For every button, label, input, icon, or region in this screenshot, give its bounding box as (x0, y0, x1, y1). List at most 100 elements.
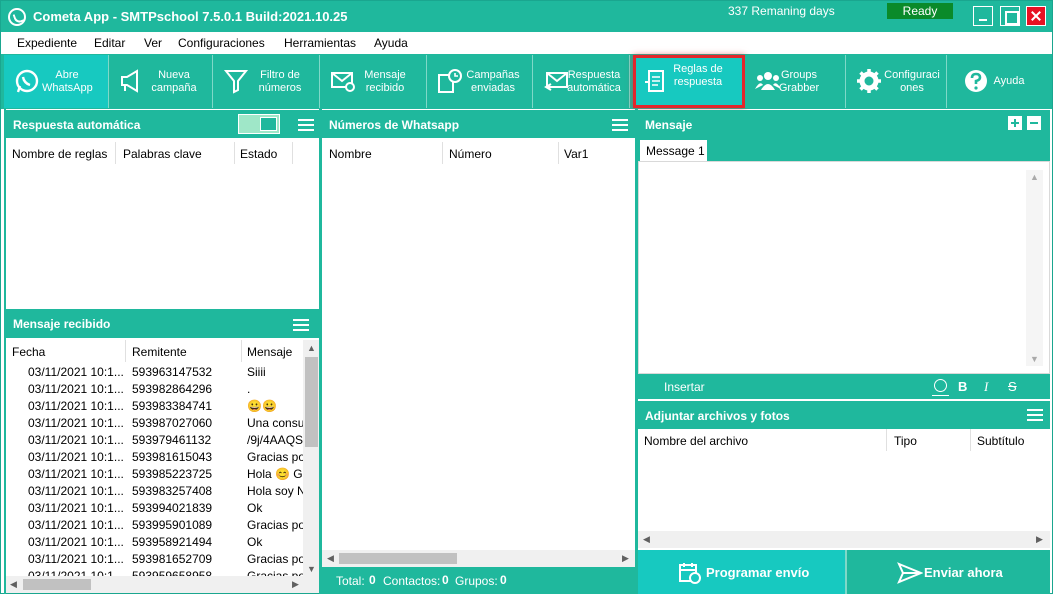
total-count: 0 (369, 573, 376, 587)
megaphone-icon (121, 69, 138, 93)
row-date: 03/11/2021 10:1... (28, 432, 124, 447)
close-button[interactable] (1026, 6, 1046, 26)
row-message: Gracias por (247, 517, 303, 532)
menu-ver[interactable]: Ver (144, 36, 162, 50)
numbers-list[interactable] (322, 164, 635, 550)
menu-expediente[interactable]: Expediente (17, 36, 77, 50)
received-header: Mensaje recibido (6, 309, 319, 338)
message-textarea[interactable]: ▲ ▼ (638, 161, 1050, 374)
attachments-scrollbar-h[interactable]: ◀ ▶ (638, 531, 1050, 548)
row-message: Hola soy Ne (247, 483, 303, 498)
contacts-count: 0 (442, 573, 449, 587)
row-message: Ok (247, 500, 263, 515)
calendar-clock-icon (679, 563, 701, 584)
clock-list-icon (438, 69, 462, 93)
row-sender: 593995901089 (132, 517, 213, 532)
toolbar-filtro-numeros-button[interactable]: Filtro de números (213, 55, 320, 108)
remove-message-icon[interactable] (1027, 116, 1041, 130)
received-list[interactable]: 03/11/2021 10:1... 593963147532 Siiii 03/11… (6, 363, 303, 577)
table-row[interactable]: 03/11/2021 10:1... 593982864296. (6, 380, 303, 397)
message-header: Mensaje (638, 110, 1050, 138)
minimize-button[interactable] (973, 6, 993, 26)
auto-reply-menu-icon[interactable] (298, 119, 314, 131)
toolbar-campanas-enviadas-button[interactable]: Campañas enviadas (427, 55, 533, 108)
auto-reply-toggle[interactable] (238, 114, 280, 134)
row-message: /9j/4AAQSk (247, 432, 303, 447)
auto-reply-header: Respuesta automática (6, 110, 319, 138)
row-message: Gracias por (247, 551, 303, 566)
row-sender: 593963147532 (132, 364, 213, 379)
menu-bar: Expediente Editar Ver Configuraciones He… (1, 32, 1052, 54)
row-message: Una consult (247, 415, 303, 430)
send-now-button[interactable]: Enviar ahora (847, 550, 1050, 594)
tab-message-1[interactable]: Message 1 (640, 140, 707, 161)
table-row[interactable]: 03/11/2021 10:1... 593995901089 Gracias po… (6, 516, 303, 533)
add-message-icon[interactable] (1008, 116, 1022, 130)
window-title: Cometa App - SMTPschool 7.5.0.1 Build:20… (33, 9, 348, 24)
envelope-icon (331, 72, 355, 92)
toolbar-respuesta-automatica-button[interactable]: Respuesta automática (533, 55, 630, 108)
menu-herramientas[interactable]: Herramientas (284, 36, 356, 50)
table-row[interactable]: 03/11/2021 10:1... 593985223725 Hola 😊 Gra (6, 465, 303, 482)
table-row[interactable]: 03/11/2021 10:1... 593994021839 Ok (6, 499, 303, 516)
toolbar-mensaje-recibido-button[interactable]: Mensaje recibido (320, 55, 427, 108)
row-date: 03/11/2021 10:1... (28, 568, 124, 577)
toolbar-reglas-respuesta-button[interactable]: Reglas de respuesta (633, 55, 745, 108)
attachments-menu-icon[interactable] (1027, 409, 1043, 421)
row-sender: 593983257408 (132, 483, 213, 498)
toolbar-abre-whatsapp-button[interactable]: Abre WhatsApp (4, 55, 109, 108)
row-sender: 593983384741 (132, 398, 213, 413)
message-tab-strip: Message 1 (638, 138, 1050, 161)
toolbar-nueva-campana-button[interactable]: Nueva campaña (109, 55, 213, 108)
table-row[interactable]: 03/11/2021 10:1... 593981652709 Gracias po… (6, 550, 303, 567)
row-date: 03/11/2021 10:1... (28, 364, 124, 379)
numbers-menu-icon[interactable] (612, 119, 628, 131)
send-icon (897, 562, 923, 584)
schedule-send-button[interactable]: Programar envío (638, 550, 845, 594)
attachments-list[interactable] (638, 451, 1050, 531)
table-row[interactable]: 03/11/2021 10:1... 593963147532 Siiii (6, 363, 303, 380)
menu-editar[interactable]: Editar (94, 36, 125, 50)
row-message: Ok (247, 534, 263, 549)
toolbar-configuraciones-button[interactable]: Configuraci ones (846, 55, 947, 108)
row-sender: 593981615043 (132, 449, 213, 464)
whatsapp-logo-icon (8, 8, 26, 26)
numbers-scrollbar-h[interactable]: ◀ ▶ (322, 550, 635, 567)
row-date: 03/11/2021 10:1... (28, 415, 124, 430)
row-sender: 593982864296 (132, 381, 213, 396)
bold-button[interactable]: B (958, 379, 967, 394)
row-date: 03/11/2021 10:1... (28, 466, 124, 481)
menu-ayuda[interactable]: Ayuda (374, 36, 408, 50)
received-scrollbar-h[interactable]: ◀ ▶ (6, 576, 320, 593)
row-date: 03/11/2021 10:1... (28, 551, 124, 566)
numbers-column-header: Nombre Número Var1 (322, 142, 635, 164)
row-sender: 593959658958 (132, 568, 213, 577)
table-row[interactable]: 03/11/2021 10:1... 593981615043 Gracias po… (6, 448, 303, 465)
table-row[interactable]: 03/11/2021 10:1... 593958921494 Ok (6, 533, 303, 550)
table-row[interactable]: 03/11/2021 10:1... 593959658958 Gracias po… (6, 567, 303, 577)
attachments-column-header: Nombre del archivo Tipo Subtítulo (638, 429, 1050, 451)
table-row[interactable]: 03/11/2021 10:1... 593979461132/9j/4AAQSk (6, 431, 303, 448)
numbers-header: Números de Whatsapp (322, 110, 635, 138)
toolbar-ayuda-button[interactable]: Ayuda (947, 55, 1052, 108)
insert-button[interactable]: Insertar (664, 380, 705, 394)
whatsapp-icon (15, 69, 39, 93)
italic-button[interactable]: I (984, 379, 988, 395)
app-window: Cometa App - SMTPschool 7.5.0.1 Build:20… (0, 0, 1053, 594)
table-row[interactable]: 03/11/2021 10:1... 593987027060 Una consul… (6, 414, 303, 431)
row-message: Gracias por (247, 568, 303, 577)
emoji-icon[interactable] (934, 379, 947, 392)
message-format-bar: Insertar B I S (638, 374, 1050, 399)
toolbar-groups-grabber-button[interactable]: Groups Grabber (745, 55, 846, 108)
auto-reply-list[interactable] (6, 164, 319, 307)
document-rules-icon (645, 70, 664, 92)
maximize-button[interactable] (1000, 6, 1020, 26)
received-scrollbar-v[interactable]: ▲ ▼ (303, 340, 320, 576)
groups-count: 0 (500, 573, 507, 587)
received-menu-icon[interactable] (293, 319, 309, 331)
table-row[interactable]: 03/11/2021 10:1... 593983384741 😀😀 (6, 397, 303, 414)
message-scrollbar-v[interactable]: ▲ ▼ (1026, 170, 1043, 366)
table-row[interactable]: 03/11/2021 10:1... 593983257408 Hola soy N… (6, 482, 303, 499)
strikethrough-button[interactable]: S (1008, 379, 1017, 394)
menu-configuraciones[interactable]: Configuraciones (178, 36, 265, 50)
